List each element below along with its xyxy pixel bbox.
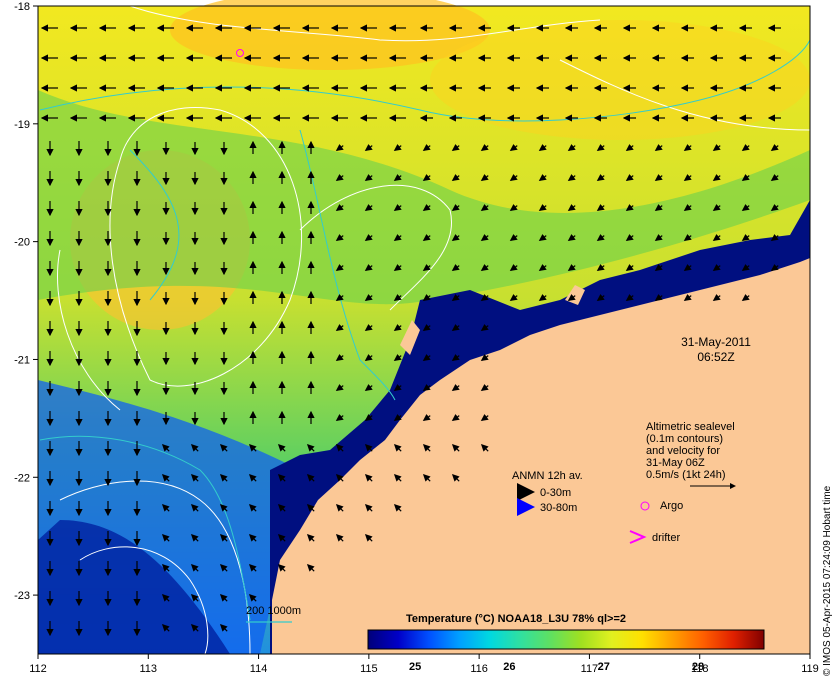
anmn-label-0-30: 0-30m (540, 487, 571, 499)
y-tick-label: -19 (14, 119, 30, 131)
warm-patch (430, 20, 810, 140)
plot-area (38, 0, 811, 655)
colorbar-tick-label: 25 (409, 661, 421, 673)
sealevel-line: and velocity for (646, 445, 720, 457)
sealevel-line: 31-May 06Z (646, 457, 705, 469)
x-tick-label: 117 (581, 663, 599, 675)
x-tick-label: 115 (360, 663, 378, 675)
x-tick-label: 112 (29, 663, 47, 675)
y-tick-label: -21 (14, 354, 30, 366)
anmn-label-30-80: 30-80m (540, 502, 577, 514)
sealevel-line: Altimetric sealevel (646, 421, 735, 433)
depth-legend-label: 200 1000m (246, 605, 301, 617)
date-label: 31-May-2011 (681, 335, 751, 349)
x-tick-label: 119 (801, 663, 819, 675)
drifter-label: drifter (652, 532, 680, 544)
y-tick-label: -23 (14, 590, 30, 602)
y-tick-label: -20 (14, 237, 30, 249)
time-label: 06:52Z (697, 350, 734, 364)
sst-map: 112 113 114 115 116 117 118 119 -18-19-20-21-22… (14, 0, 833, 676)
colorbar-ticks: 25 26 27 28 (409, 661, 704, 673)
x-tick-label: 116 (470, 663, 488, 675)
anmn-title: ANMN 12h av. (512, 470, 583, 482)
colorbar-title: Temperature (°C) NOAA18_L3U 78% ql>=2 (406, 613, 626, 625)
credit-label: © IMOS 05-Apr-2015 07:24:09 Hobart time (822, 485, 833, 676)
x-tick-label: 114 (250, 663, 268, 675)
y-tick-label: -18 (14, 1, 30, 13)
colorbar-tick-label: 26 (503, 661, 515, 673)
colorbar-gradient (367, 629, 765, 650)
colorbar-tick-label: 28 (692, 661, 704, 673)
y-axis: -18 -19 -20 -21 -22 -23 (14, 1, 38, 602)
sealevel-line: (0.1m contours) (646, 433, 723, 445)
argo-label: Argo (660, 500, 683, 512)
sealevel-line: 0.5m/s (1kt 24h) (646, 469, 725, 481)
colorbar-tick-label: 27 (598, 661, 610, 673)
x-tick-label: 113 (140, 663, 158, 675)
y-tick-label: -22 (14, 472, 30, 484)
